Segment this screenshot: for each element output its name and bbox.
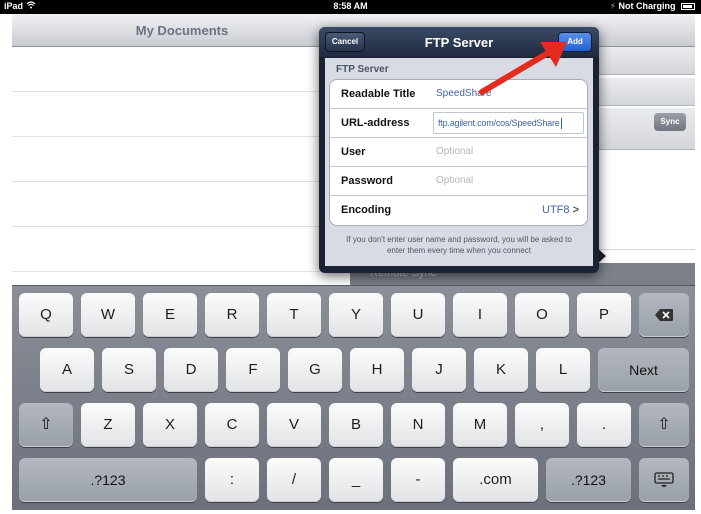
ftp-settings-table: Readable Title SpeedShare URL-address ft… xyxy=(329,79,588,226)
key-colon[interactable]: : xyxy=(205,458,259,502)
encoding-value: UTF8 > xyxy=(542,204,579,216)
key-u[interactable]: U xyxy=(391,293,445,337)
list-item[interactable] xyxy=(12,182,352,227)
charging-status: ⚡ Not Charging xyxy=(610,1,695,12)
key-r[interactable]: R xyxy=(205,293,259,337)
key-x[interactable]: X xyxy=(143,403,197,447)
key-j[interactable]: J xyxy=(412,348,466,392)
url-address-row[interactable]: URL-address ftp.agilent.com/cos/SpeedSha… xyxy=(330,109,587,138)
user-row[interactable]: User Optional xyxy=(330,138,587,167)
key-p[interactable]: P xyxy=(577,293,631,337)
shift-key-left[interactable]: ⇧ xyxy=(19,403,73,447)
backspace-icon xyxy=(654,306,674,323)
dot-com-key[interactable]: .com xyxy=(453,458,538,502)
encoding-value-text: UTF8 xyxy=(542,204,570,216)
sync-button[interactable]: Sync xyxy=(654,113,686,131)
popover-content: FTP Server Readable Title SpeedShare URL… xyxy=(325,58,593,266)
key-a[interactable]: A xyxy=(40,348,94,392)
popover-title: FTP Server xyxy=(424,35,494,50)
key-z[interactable]: Z xyxy=(81,403,135,447)
key-slash[interactable]: / xyxy=(267,458,321,502)
url-address-text: ftp.agilent.com/cos/SpeedShare xyxy=(438,118,560,128)
key-dash[interactable]: - xyxy=(391,458,445,502)
url-address-label: URL-address xyxy=(341,117,410,129)
backspace-key[interactable] xyxy=(639,293,689,337)
add-button[interactable]: Add xyxy=(558,32,592,52)
password-field[interactable]: Optional xyxy=(436,175,473,186)
key-d[interactable]: D xyxy=(164,348,218,392)
charging-text: Not Charging xyxy=(618,1,676,11)
page-title: My Documents xyxy=(135,23,229,38)
right-pane-list xyxy=(590,150,695,250)
right-pane-row xyxy=(590,78,695,106)
list-item[interactable] xyxy=(12,47,352,92)
key-underscore[interactable]: _ xyxy=(329,458,383,502)
url-address-field[interactable]: ftp.agilent.com/cos/SpeedShare xyxy=(438,118,562,130)
key-comma[interactable]: , xyxy=(515,403,569,447)
shift-key-right[interactable]: ⇧ xyxy=(639,403,689,447)
user-field[interactable]: Optional xyxy=(436,146,473,157)
hide-keyboard-key[interactable] xyxy=(639,458,689,502)
status-bar: iPad 8:58 AM ⚡ Not Charging xyxy=(0,0,701,14)
user-label: User xyxy=(341,146,366,158)
next-key[interactable]: Next xyxy=(598,348,689,392)
right-pane-row xyxy=(590,47,695,75)
key-c[interactable]: C xyxy=(205,403,259,447)
shift-icon: ⇧ xyxy=(39,416,53,433)
key-k[interactable]: K xyxy=(474,348,528,392)
key-n[interactable]: N xyxy=(391,403,445,447)
key-s[interactable]: S xyxy=(102,348,156,392)
key-y[interactable]: Y xyxy=(329,293,383,337)
text-cursor xyxy=(560,118,562,130)
charging-icon: ⚡ xyxy=(609,1,616,11)
encoding-label: Encoding xyxy=(341,204,392,216)
key-b[interactable]: B xyxy=(329,403,383,447)
key-w[interactable]: W xyxy=(81,293,135,337)
encoding-row[interactable]: Encoding UTF8 > xyxy=(330,196,587,225)
numbers-key-left[interactable]: .?123 xyxy=(19,458,197,502)
readable-title-label: Readable Title xyxy=(341,88,416,100)
hide-keyboard-icon xyxy=(654,471,674,488)
key-h[interactable]: H xyxy=(350,348,404,392)
chevron-right-icon: > xyxy=(572,204,579,216)
key-m[interactable]: M xyxy=(453,403,507,447)
status-time: 8:58 AM xyxy=(333,1,368,11)
key-l[interactable]: L xyxy=(536,348,590,392)
key-v[interactable]: V xyxy=(267,403,321,447)
list-item[interactable] xyxy=(12,227,352,272)
key-q[interactable]: Q xyxy=(19,293,73,337)
list-item[interactable] xyxy=(12,137,352,182)
readable-title-row[interactable]: Readable Title SpeedShare xyxy=(330,80,587,109)
shift-icon: ⇧ xyxy=(657,416,671,433)
key-i[interactable]: I xyxy=(453,293,507,337)
key-e[interactable]: E xyxy=(143,293,197,337)
credentials-hint: If you don't enter user name and passwor… xyxy=(346,235,572,255)
key-g[interactable]: G xyxy=(288,348,342,392)
key-period[interactable]: . xyxy=(577,403,631,447)
key-f[interactable]: F xyxy=(226,348,280,392)
password-label: Password xyxy=(341,175,393,187)
numbers-key-right[interactable]: .?123 xyxy=(546,458,631,502)
password-row[interactable]: Password Optional xyxy=(330,167,587,196)
ftp-server-popover: Cancel FTP Server Add FTP Server Readabl… xyxy=(319,27,599,273)
list-item[interactable] xyxy=(12,92,352,137)
section-title: FTP Server xyxy=(336,64,389,75)
readable-title-field[interactable]: SpeedShare xyxy=(436,88,492,99)
key-o[interactable]: O xyxy=(515,293,569,337)
popover-header: Cancel FTP Server Add xyxy=(319,27,599,57)
key-t[interactable]: T xyxy=(267,293,321,337)
on-screen-keyboard: Q W E R T Y U I O P A S D F G H J K L Ne… xyxy=(12,285,695,510)
battery-icon xyxy=(681,3,695,11)
